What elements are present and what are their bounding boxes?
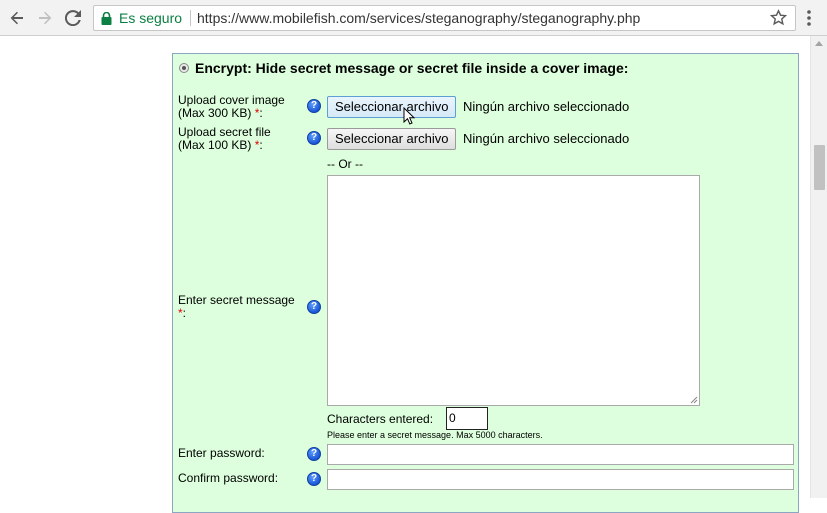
secret-file-label-line2: (Max 100 KB) *: (178, 139, 271, 152)
secret-message-textarea[interactable] (327, 175, 700, 406)
cover-image-label-line2: (Max 300 KB) *: (178, 107, 285, 120)
cover-image-file-status: Ningún archivo seleccionado (463, 99, 630, 114)
menu-dots-icon[interactable] (801, 8, 817, 28)
secret-file-max-size: (Max 100 KB) (178, 138, 255, 152)
help-icon[interactable]: ? (307, 472, 321, 486)
message-hint: Please enter a secret message. Max 5000 … (327, 430, 543, 440)
cover-image-max-size: (Max 300 KB) (178, 106, 255, 120)
browser-toolbar: Es seguro https://www.mobilefish.com/ser… (0, 0, 827, 36)
secret-file-button[interactable]: Seleccionar archivo (327, 128, 457, 150)
resize-handle-icon[interactable] (690, 396, 698, 404)
star-icon[interactable] (769, 9, 788, 31)
help-icon[interactable]: ? (307, 99, 321, 113)
help-icon[interactable]: ? (307, 131, 321, 145)
lock-icon (101, 11, 112, 30)
scroll-up-arrow-icon[interactable] (815, 41, 823, 46)
back-arrow-icon[interactable] (5, 6, 29, 30)
password-input[interactable] (327, 444, 794, 465)
url-text[interactable]: https://www.mobilefish.com/services/steg… (197, 10, 640, 26)
or-separator: -- Or -- (327, 157, 363, 171)
label-colon: : (182, 306, 187, 320)
section-title: Encrypt: Hide secret message or secret f… (195, 60, 629, 76)
secret-message-label: Enter secret message *: (178, 294, 295, 320)
secure-label: Es seguro (119, 10, 183, 26)
divider (190, 10, 191, 26)
secret-message-label-line2: *: (178, 307, 295, 320)
page-scrollbar[interactable] (810, 36, 827, 498)
label-colon: : (259, 106, 263, 120)
forward-arrow-icon[interactable] (33, 6, 57, 30)
secret-file-status: Ningún archivo seleccionado (463, 131, 630, 146)
characters-entered-counter: 0 (446, 407, 488, 430)
confirm-password-label: Confirm password: (178, 471, 279, 485)
cover-image-label: Upload cover image (Max 300 KB) *: (178, 94, 285, 120)
cover-image-file-button[interactable]: Seleccionar archivo (327, 96, 457, 118)
reload-icon[interactable] (61, 6, 85, 30)
address-bar[interactable]: Es seguro https://www.mobilefish.com/ser… (93, 5, 796, 31)
password-label: Enter password: (178, 446, 265, 460)
secret-file-label: Upload secret file (Max 100 KB) *: (178, 126, 271, 152)
mouse-pointer-icon (403, 107, 416, 125)
help-icon[interactable]: ? (307, 447, 321, 461)
encrypt-radio[interactable] (179, 63, 189, 73)
label-colon: : (259, 138, 263, 152)
help-icon[interactable]: ? (307, 300, 321, 314)
scroll-thumb[interactable] (814, 145, 825, 190)
characters-entered-label: Characters entered: (327, 412, 434, 426)
confirm-password-input[interactable] (327, 469, 794, 490)
secret-message-label-line1: Enter secret message (178, 293, 295, 307)
